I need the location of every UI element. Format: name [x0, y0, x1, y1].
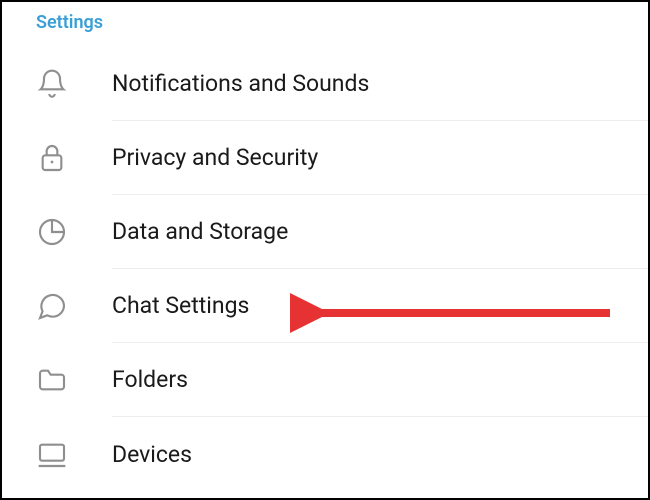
- settings-row-label: Folders: [112, 366, 188, 393]
- settings-row-notifications[interactable]: Notifications and Sounds: [2, 47, 648, 121]
- bell-icon: [2, 68, 112, 100]
- settings-row-label: Chat Settings: [112, 292, 249, 319]
- settings-row-chat[interactable]: Chat Settings: [2, 269, 648, 343]
- device-icon: [2, 438, 112, 470]
- settings-row-folders[interactable]: Folders: [2, 343, 648, 417]
- settings-row-label: Devices: [112, 441, 192, 468]
- settings-row-data[interactable]: Data and Storage: [2, 195, 648, 269]
- settings-section-header: Settings: [2, 2, 648, 47]
- chat-bubble-icon: [2, 290, 112, 322]
- lock-icon: [2, 142, 112, 174]
- settings-list: Notifications and Sounds Privacy and Sec…: [2, 47, 648, 491]
- settings-row-label: Notifications and Sounds: [112, 70, 369, 97]
- settings-row-label: Data and Storage: [112, 218, 288, 245]
- settings-row-devices[interactable]: Devices: [2, 417, 648, 491]
- settings-row-privacy[interactable]: Privacy and Security: [2, 121, 648, 195]
- pie-chart-icon: [2, 216, 112, 248]
- settings-row-label: Privacy and Security: [112, 144, 318, 171]
- folder-icon: [2, 364, 112, 396]
